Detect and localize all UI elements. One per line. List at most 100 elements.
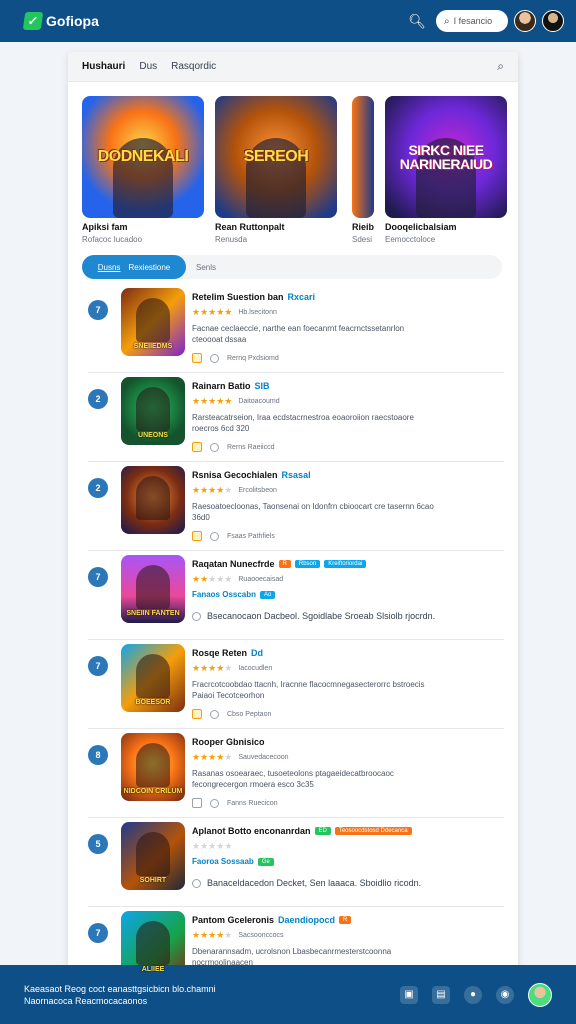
list-item[interactable]: 5 SOHIRT Aplanot Botto enconanrdan ED Teosoo… [88,818,504,907]
list-item[interactable]: 8 NIDCOIN CRILUM Rooper Gbnisico ★★★★★ Sauve… [88,729,504,818]
thumbnail-label: UNEONS [138,432,168,439]
item-rating: ★★★★★ Ruaooecaisad [192,574,504,585]
item-info: Rainarn Batio SIB ★★★★★ Daitoacoumd Rarsteac… [192,381,504,452]
item-meta-text: Cbso Peptaon [227,710,272,718]
clock-icon [192,611,201,621]
card-title: Hushauri [82,61,126,72]
card-search-icon[interactable]: ⌕ [497,59,504,74]
profile-avatar[interactable] [528,982,552,1007]
item-detail-row: Bsecanocaon Dacbeol. Sgoidlabe Sroeab Sl… [192,611,504,621]
item-info: Rooper Gbnisico ★★★★★ Sauvedacecoon Rasanas… [192,737,504,808]
item-title: Aplanot Botto enconanrdan [192,826,311,836]
item-description: Facnae ceclaeccie, narthe ean foecanrnt … [192,324,405,344]
featured-item[interactable]: SIRKC NIEE NARINERAIUD Dooqelicbalsiam E… [385,96,507,244]
item-info: Retelim Suestion ban Rxcari ★★★★★ Hb.lsecit… [192,292,504,363]
item-meta: Cbso Peptaon [192,709,504,719]
save-icon[interactable] [192,531,202,541]
featured-item[interactable]: DODNEKALI Apiksi fam Rofacoc Iucadoo [82,96,204,244]
game-thumbnail[interactable]: SNEIIEDMS [121,288,185,356]
rank-badge: 7 [88,923,108,943]
search-input[interactable]: ⌕ I fesancio [436,10,508,32]
item-rating: ★★★★★ Sacsoonccocs [192,930,504,941]
thumbnail-label: BOEESOR [135,699,171,706]
item-title: Rosqe Reten [192,648,248,658]
item-meta: Rernq Pxdsiomd [192,353,504,363]
item-description: Raesoatoecloonas, Taonsenai on Idonfrn c… [192,502,434,522]
star-rating-icon: ★★★★★ [192,574,233,584]
item-rating: ★★★★★ Hb.lsecitonn [192,307,504,318]
item-info: Aplanot Botto enconanrdan ED Teosoocdstosd… [192,826,504,888]
list-item[interactable]: 7 SNEIIN FANTEN Raqatan Nunecfrde R Rbson Kre… [88,551,504,640]
game-thumbnail[interactable]: BOEESOR [121,644,185,712]
item-meta-text: Rerns Raeiiccd [227,443,275,451]
list-item[interactable]: 7 SNEIIEDMS Retelim Suestion ban Rxcari ★★★★… [88,284,504,373]
game-thumbnail[interactable]: ALIIEE [121,911,185,972]
rating-text: Hb.lsecitonn [238,309,277,316]
save-icon[interactable] [192,442,202,452]
thumbnail-label: SNEIIN FANTEN [126,610,180,617]
item-badge: R [278,560,291,568]
chat-icon[interactable]: ● [464,985,482,1004]
rank-badge: 2 [88,389,108,409]
game-thumbnail[interactable]: SNEIIN FANTEN [121,555,185,623]
game-thumbnail[interactable]: NIDCOIN CRILUM [121,733,185,801]
featured-subtitle: Sdesi [352,235,373,244]
star-rating-icon: ★★★★★ [192,396,233,406]
eye-icon[interactable]: ◉ [496,985,514,1004]
item-meta: Fanns Ruecicon [192,798,504,808]
rating-text: Sauvedacecoon [238,754,289,761]
featured-item-partial[interactable]: Rieib Sdesi [352,96,374,244]
item-detail-row: Banaceldacedon Decket, Sen laaaca. Sboid… [192,878,504,888]
save-icon[interactable] [192,709,202,719]
gift-icon[interactable]: ▣ [400,985,418,1004]
star-rating-icon: ★★★★★ [192,930,233,940]
rating-text: Ercolitsbeon [238,487,277,494]
main-card: Hushauri Dus Rasqordic ⌕ DODNEKALI Apiks… [68,52,518,972]
game-thumbnail[interactable] [121,466,185,534]
user-avatar[interactable] [514,10,536,32]
tab-active[interactable]: Dusns Rexiestione [82,255,186,279]
item-tag: SIB [254,381,270,391]
list-item[interactable]: 7 BOEESOR Rosqe Reten Dd ★★★★★ Iacocudlen Frac… [88,640,504,729]
item-meta-text: Rernq Pxdsiomd [227,354,279,362]
tab-other[interactable]: Senls [196,263,216,272]
search-icon[interactable]: 🔍︎ [408,13,426,30]
item-badge: R [339,916,352,924]
item-detail: Bsecanocaon Dacbeol. Sgoidlabe Sroeab Sl… [207,611,436,621]
card-header-link-2[interactable]: Rasqordic [171,61,216,72]
tab-active-label-1: Dusns [97,262,121,272]
item-rating: ★★★★★ Sauvedacecoon [192,752,504,763]
list-item[interactable]: 2 Rsnisa Gecochialen Rsasal ★★★★★ Ercolitsbe… [88,462,504,551]
featured-art: SEREOH [215,96,337,218]
item-meta: Fsaas Pathfiels [192,531,504,541]
save-icon[interactable] [192,798,202,808]
item-rating: ★★★★★ Ercolitsbeon [192,485,504,496]
library-icon[interactable]: ▤ [432,985,450,1004]
clock-icon [210,531,219,541]
item-rating: ★★★★★ Daitoacoumd [192,396,504,407]
rank-badge: 7 [88,300,108,320]
item-promo: Fanaos Osscabn Ao [192,590,504,599]
logo[interactable]: ✓ Gofiopa [22,12,99,30]
item-badge: Kreiftoriordai [324,560,367,568]
logo-text: Gofiopa [46,13,99,29]
featured-item[interactable]: SEREOH Rean Ruttonpalt Renusda [215,96,337,244]
game-list: 7 SNEIIEDMS Retelim Suestion ban Rxcari ★★★★… [88,284,504,972]
list-item[interactable]: 7 ALIIEE Pantom Gceleronis Daendiopocd R ★★★★… [88,907,504,972]
item-title: Raqatan Nunecfrde [192,559,275,569]
item-title-row: Raqatan Nunecfrde R Rbson Kreiftoriordai [192,559,504,569]
card-header-link-1[interactable]: Dus [139,61,157,72]
save-icon[interactable] [192,353,202,363]
item-title-row: Rosqe Reten Dd [192,648,504,658]
secondary-avatar[interactable] [542,10,564,32]
star-rating-icon: ★★★★★ [192,307,233,317]
list-item[interactable]: 2 UNEONS Rainarn Batio SIB ★★★★★ Daitoacoumd R… [88,373,504,462]
game-thumbnail[interactable]: UNEONS [121,377,185,445]
featured-title: Dooqelicbalsiam [385,222,457,232]
card-header: Hushauri Dus Rasqordic ⌕ [68,52,518,82]
rank-badge: 7 [88,656,108,676]
item-title: Retelim Suestion ban [192,292,284,302]
item-detail: Banaceldacedon Decket, Sen laaaca. Sboid… [207,878,422,888]
game-thumbnail[interactable]: SOHIRT [121,822,185,890]
search-field-icon: ⌕ [444,15,450,27]
